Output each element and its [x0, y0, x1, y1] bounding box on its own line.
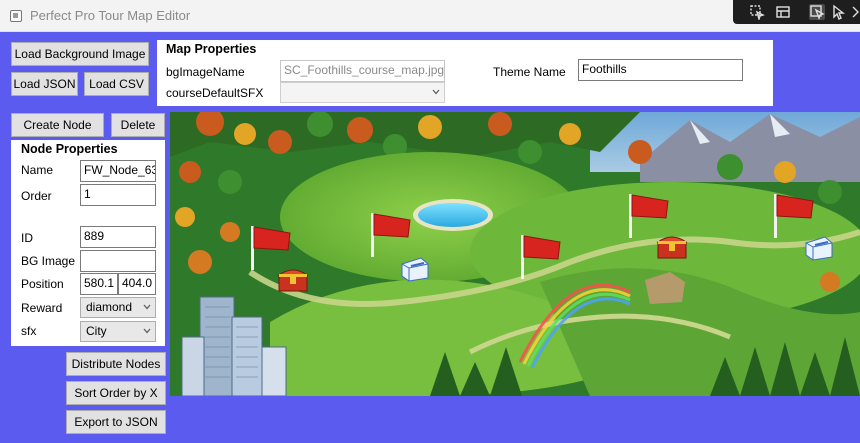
- track-focus-icon[interactable]: [809, 4, 825, 21]
- node-sfx-value: City: [86, 324, 107, 338]
- node-order-label: Order: [21, 189, 52, 203]
- node-position-x-field[interactable]: 580.1: [80, 273, 118, 295]
- node-reward-dropdown[interactable]: diamond: [80, 297, 156, 318]
- node-id-label: ID: [21, 231, 33, 245]
- node-reward-value: diamond: [86, 300, 133, 314]
- node-sfx-dropdown[interactable]: City: [80, 321, 156, 342]
- map-canvas[interactable]: [170, 112, 860, 396]
- title-bar: Perfect Pro Tour Map Editor: [0, 0, 860, 32]
- node-position-y-field[interactable]: 404.0: [118, 273, 156, 295]
- chevron-down-icon: [143, 328, 151, 336]
- node-position-label: Position: [21, 277, 64, 291]
- node-order-field[interactable]: 1: [80, 184, 156, 206]
- app-icon: [10, 10, 22, 22]
- course-default-sfx-label: courseDefaultSFX: [166, 86, 264, 100]
- treasure-chest-icon[interactable]: [277, 265, 309, 293]
- flag-icon[interactable]: [368, 211, 412, 259]
- load-background-image-button[interactable]: Load Background Image: [11, 42, 149, 66]
- gift-box-icon[interactable]: [803, 233, 835, 261]
- bg-image-name-field[interactable]: SC_Foothills_course_map.jpg: [280, 60, 445, 82]
- flag-icon[interactable]: [518, 233, 562, 281]
- debug-toolbar: [733, 0, 860, 24]
- node-bg-image-field[interactable]: [80, 250, 156, 272]
- node-sfx-label: sfx: [21, 324, 37, 338]
- display-layout-icon[interactable]: [775, 4, 791, 20]
- more-icon[interactable]: [847, 4, 859, 20]
- bg-image-name-label: bgImageName: [166, 65, 245, 79]
- node-name-field[interactable]: FW_Node_63: [80, 160, 156, 182]
- node-bg-image-label: BG Image: [21, 254, 76, 268]
- course-default-sfx-dropdown[interactable]: [280, 82, 445, 103]
- distribute-nodes-button[interactable]: Distribute Nodes: [66, 352, 166, 376]
- delete-node-button[interactable]: Delete: [111, 113, 165, 137]
- node-reward-label: Reward: [21, 301, 63, 315]
- chevron-down-icon: [432, 89, 440, 97]
- select-element-icon[interactable]: [749, 4, 765, 22]
- theme-name-field[interactable]: Foothills: [578, 59, 743, 81]
- gift-box-icon[interactable]: [399, 254, 431, 282]
- map-properties-panel: Map Properties bgImageName SC_Foothills_…: [157, 40, 773, 106]
- theme-name-label: Theme Name: [493, 65, 566, 79]
- load-csv-button[interactable]: Load CSV: [84, 72, 149, 96]
- load-json-button[interactable]: Load JSON: [11, 72, 78, 96]
- chevron-down-icon: [143, 304, 151, 312]
- node-properties-panel: Node Properties Name FW_Node_63 Order 1 …: [11, 140, 165, 346]
- node-name-label: Name: [21, 163, 54, 177]
- sort-order-by-x-button[interactable]: Sort Order by X: [66, 381, 166, 405]
- node-properties-heading: Node Properties: [21, 142, 118, 156]
- pointer-icon[interactable]: [830, 4, 846, 20]
- window-title: Perfect Pro Tour Map Editor: [30, 8, 191, 23]
- node-id-field[interactable]: 889: [80, 226, 156, 248]
- create-node-button[interactable]: Create Node: [11, 113, 104, 137]
- treasure-chest-icon[interactable]: [656, 232, 688, 260]
- export-to-json-button[interactable]: Export to JSON: [66, 410, 166, 434]
- map-properties-heading: Map Properties: [166, 42, 257, 56]
